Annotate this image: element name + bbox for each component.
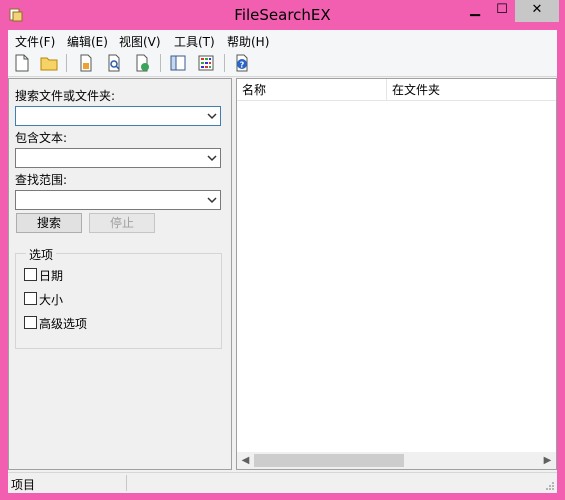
search-name-label: 搜索文件或文件夹: [15,89,116,103]
menu-bar: 文件(F) 编辑(E) 视图(V) 工具(T) 帮助(H) [8,30,557,50]
column-header-folder[interactable]: 在文件夹 [387,79,556,101]
menu-file[interactable]: 文件(F) [15,33,55,50]
document-search-icon[interactable] [104,53,124,73]
advanced-checkbox[interactable] [24,316,37,329]
search-scope-label: 查找范围: [15,173,68,187]
scroll-left-icon[interactable]: ◀ [237,452,254,469]
menu-edit[interactable]: 编辑(E) [67,33,108,50]
status-bar: 项目 [8,472,557,493]
document-export-icon[interactable] [132,53,152,73]
date-checkbox[interactable] [24,268,37,281]
client-area: 文件(F) 编辑(E) 视图(V) 工具(T) 帮助(H) ? 搜索文件或文件夹… [8,30,557,493]
chevron-down-icon[interactable] [207,195,217,205]
svg-text:?: ? [240,61,245,70]
option-advanced-label: 高级选项 [39,317,88,331]
scrollbar-thumb[interactable] [254,454,404,467]
menu-help[interactable]: 帮助(H) [227,33,269,50]
maximize-button[interactable]: ☐ [489,0,515,22]
close-button[interactable]: ✕ [515,0,559,22]
help-icon[interactable]: ? [232,53,252,73]
toolbar-separator [224,54,225,72]
search-button[interactable]: 搜索 [16,213,82,233]
chevron-down-icon[interactable] [207,111,217,121]
status-text: 项目 [11,478,36,492]
title-bar[interactable]: FileSearchEX ▁ ☐ ✕ [0,0,565,30]
options-group: 选项 日期 大小 高级选项 [15,246,222,349]
grid-view-icon[interactable] [196,53,216,73]
panel-layout-icon[interactable] [168,53,188,73]
toolbar-separator [66,54,67,72]
search-name-combo[interactable] [15,106,221,126]
column-header-name[interactable]: 名称 [237,79,387,101]
search-text-label: 包含文本: [15,131,68,145]
status-divider [126,475,127,491]
search-text-combo[interactable] [15,148,221,168]
option-date-label: 日期 [39,269,64,283]
menu-view[interactable]: 视图(V) [119,33,161,50]
chevron-down-icon[interactable] [207,153,217,163]
toolbar: ? [8,50,557,77]
scroll-right-icon[interactable]: ▶ [539,452,556,469]
options-title: 选项 [26,246,57,263]
app-window: FileSearchEX ▁ ☐ ✕ 文件(F) 编辑(E) 视图(V) 工具(… [0,0,565,500]
horizontal-scrollbar[interactable]: ◀ ▶ [237,452,556,469]
search-panel: 搜索文件或文件夹: 包含文本: 查找范围: 搜索 停止 选项 日期 大小 高级选… [8,78,232,470]
stop-button[interactable]: 停止 [89,213,155,233]
toolbar-separator [160,54,161,72]
minimize-button[interactable]: ▁ [461,0,489,22]
menu-tools[interactable]: 工具(T) [174,33,215,50]
document-icon[interactable] [76,53,96,73]
search-scope-combo[interactable] [15,190,221,210]
size-checkbox[interactable] [24,292,37,305]
option-size-label: 大小 [39,293,64,307]
open-folder-icon[interactable] [39,53,59,73]
new-file-icon[interactable] [12,53,32,73]
results-list[interactable]: 名称 在文件夹 ◀ ▶ [236,78,557,470]
resize-grip-icon[interactable] [545,481,555,491]
